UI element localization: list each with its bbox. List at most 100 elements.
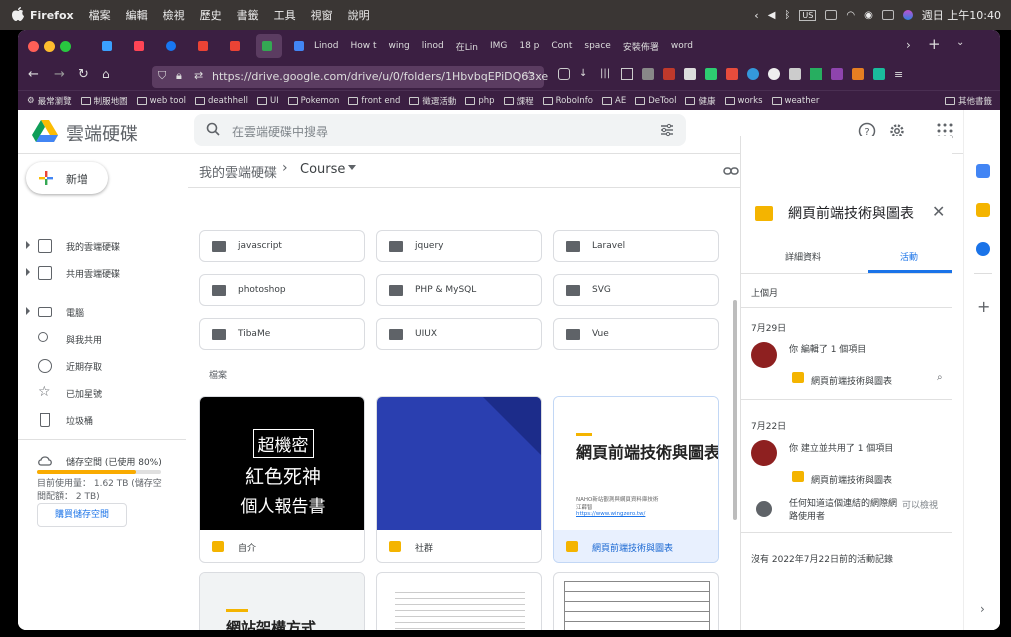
sidebar-toggle-icon[interactable] <box>621 68 633 80</box>
extension-icon[interactable] <box>852 68 864 80</box>
breadcrumb-current[interactable]: Course <box>300 162 345 177</box>
lock-icon[interactable]: 🔒︎ <box>176 69 182 83</box>
tab-item[interactable]: word <box>665 34 699 58</box>
bookmark-other[interactable]: 其他書籤 <box>944 95 992 107</box>
active-tab-drive[interactable] <box>256 34 282 58</box>
extension-icon[interactable] <box>663 68 675 80</box>
input-method-badge[interactable]: US <box>799 9 817 21</box>
file-card-selected[interactable]: 網頁前端技術與圖表 NAHO新站觀測與網頁資料庫技術 江薛智 https://w… <box>553 396 719 563</box>
bookmark-folder[interactable]: 徵選活動 <box>409 95 456 107</box>
close-icon[interactable]: ✕ <box>932 202 945 221</box>
tab-activity[interactable]: 活動 <box>900 250 918 263</box>
bookmark-folder[interactable]: 制服地圖 <box>80 95 128 107</box>
nav-my-drive[interactable]: 我的雲端硬碟 <box>18 234 188 258</box>
file-card[interactable]: 超機密 紅色死神 個人報告書 自介 <box>199 396 365 563</box>
nav-computers[interactable]: 電腦 <box>18 300 188 324</box>
nav-starred[interactable]: ☆ 已加星號 <box>18 381 188 405</box>
menu-file[interactable]: 檔案 <box>89 7 111 23</box>
new-tab-icon[interactable]: + <box>928 35 941 53</box>
permissions-icon[interactable]: ⇄ <box>194 69 203 82</box>
file-card[interactable] <box>376 572 542 630</box>
main-scrollbar[interactable] <box>733 300 737 520</box>
wifi-icon[interactable]: ◠ <box>846 10 855 21</box>
file-card[interactable] <box>553 572 719 630</box>
pinned-tab[interactable] <box>128 34 154 58</box>
tab-item[interactable]: 18 p <box>513 34 545 58</box>
menu-hamburger-icon[interactable]: ≡ <box>894 68 906 81</box>
tab-scroll-right-icon[interactable]: › <box>906 38 911 52</box>
bookmark-folder[interactable]: front end <box>348 96 400 106</box>
bookmark-folder[interactable]: web tool <box>136 96 186 106</box>
folder-item[interactable]: UIUX <box>376 318 542 350</box>
extension-icon[interactable] <box>705 68 717 80</box>
keep-icon[interactable] <box>976 203 990 217</box>
nav-shared-with-me[interactable]: 與我共用 <box>18 327 188 351</box>
new-button[interactable]: 新增 <box>26 162 108 194</box>
home-icon[interactable]: ⌂ <box>102 67 110 81</box>
menubar-clock[interactable]: 週日 上午10:40 <box>922 7 1001 23</box>
tasks-icon[interactable] <box>976 242 990 256</box>
bluetooth-icon[interactable]: ᛒ <box>784 10 790 21</box>
pocket-icon[interactable] <box>558 68 570 80</box>
expand-arrow-icon[interactable] <box>26 241 30 249</box>
bookmark-folder[interactable]: RoboInfo <box>542 96 593 106</box>
drive-logo-icon[interactable] <box>32 120 58 142</box>
buy-storage-button[interactable]: 購買儲存空間 <box>37 503 127 527</box>
tab-item[interactable]: Cont <box>545 34 578 58</box>
add-addon-icon[interactable]: + <box>977 297 990 316</box>
nav-trash[interactable]: 垃圾桶 <box>18 408 188 432</box>
file-card[interactable]: 社群 <box>376 396 542 563</box>
extension-icon[interactable] <box>768 68 780 80</box>
apple-icon[interactable] <box>12 7 24 21</box>
extension-icon[interactable] <box>684 68 696 80</box>
extension-icon[interactable] <box>810 68 822 80</box>
menu-bookmarks[interactable]: 書籤 <box>237 7 259 23</box>
shield-icon[interactable]: ⛉ <box>158 69 166 83</box>
back-icon[interactable]: ← <box>28 67 39 82</box>
tab-item[interactable]: How t <box>344 34 382 58</box>
battery-icon[interactable] <box>825 10 838 20</box>
minimize-window-icon[interactable] <box>44 41 55 52</box>
menu-view[interactable]: 檢視 <box>163 7 185 23</box>
menu-help[interactable]: 說明 <box>348 7 370 23</box>
folder-item[interactable]: jquery <box>376 230 542 262</box>
user-icon[interactable]: ◉ <box>864 10 873 21</box>
chevron-left-icon[interactable]: ‹ <box>754 9 758 22</box>
library-icon[interactable]: ||| <box>600 68 612 80</box>
volume-icon[interactable]: ◀︎ <box>768 10 776 21</box>
tab-details[interactable]: 詳細資料 <box>785 250 821 263</box>
extension-icon[interactable] <box>789 68 801 80</box>
activity-file-link[interactable]: 網頁前端技術與圖表 <box>811 374 892 387</box>
tab-list-icon[interactable]: ⌄ <box>956 37 964 48</box>
bookmark-folder[interactable]: Pokemon <box>287 96 339 106</box>
bookmark-most-visited[interactable]: ⚙ 最常瀏覽 <box>27 95 72 107</box>
maximize-window-icon[interactable] <box>60 41 71 52</box>
nav-recent[interactable]: 近期存取 <box>18 354 188 378</box>
activity-file-link[interactable]: 網頁前端技術與圖表 <box>811 473 892 486</box>
expand-arrow-icon[interactable] <box>26 307 30 315</box>
extension-icon[interactable] <box>726 68 738 80</box>
pinned-tab[interactable] <box>192 34 218 58</box>
extension-icon[interactable] <box>747 68 759 80</box>
nav-shared-drives[interactable]: 共用雲端硬碟 <box>18 261 188 285</box>
folder-item[interactable]: photoshop <box>199 274 365 306</box>
folder-item[interactable]: PHP & MySQL <box>376 274 542 306</box>
search-icon[interactable]: ⌕ <box>937 372 943 383</box>
close-window-icon[interactable] <box>28 41 39 52</box>
bookmark-folder[interactable]: 課程 <box>503 95 534 107</box>
tab-item[interactable]: Linod <box>308 34 344 58</box>
tab-item[interactable]: IMG <box>484 34 513 58</box>
folder-item[interactable]: SVG <box>553 274 719 306</box>
bookmark-folder[interactable]: 健康 <box>685 95 716 107</box>
tab-item[interactable]: linod <box>416 34 450 58</box>
bookmark-folder[interactable]: UI <box>256 96 279 106</box>
tab-item[interactable]: 安裝佈署 <box>617 34 665 58</box>
bookmark-folder[interactable]: weather <box>771 96 819 106</box>
expand-arrow-icon[interactable] <box>26 268 30 276</box>
product-name[interactable]: 雲端硬碟 <box>66 120 138 146</box>
bookmark-folder[interactable]: DeTool <box>635 96 676 106</box>
folder-item[interactable]: TibaMe <box>199 318 365 350</box>
search-bar[interactable]: 在雲端硬碟中搜尋 <box>194 114 686 146</box>
search-icon[interactable] <box>206 122 220 136</box>
tab-item[interactable]: wing <box>382 34 415 58</box>
